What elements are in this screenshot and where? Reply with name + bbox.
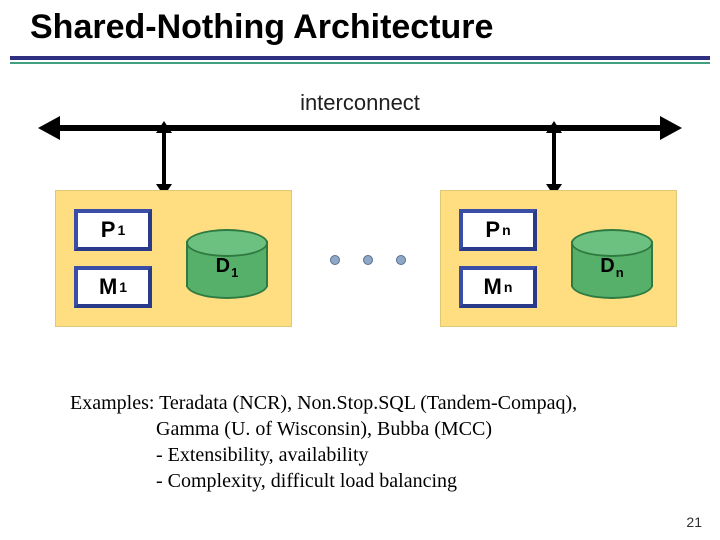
processor-subscript: 1 bbox=[117, 222, 125, 238]
disk-cylinder-1: D1 bbox=[186, 229, 268, 299]
disk-letter: D bbox=[216, 255, 230, 277]
interconnect-bus-line bbox=[50, 125, 670, 131]
examples-line3: - Extensibility, availability bbox=[70, 442, 680, 468]
dot-icon bbox=[330, 255, 340, 265]
examples-line1: Teradata (NCR), Non.Stop.SQL (Tandem-Com… bbox=[154, 392, 577, 414]
page-number: 21 bbox=[686, 514, 702, 530]
noden-connector-arrow bbox=[552, 131, 556, 186]
memory-subscript: n bbox=[504, 279, 513, 295]
ellipsis-dots bbox=[318, 250, 418, 270]
memory-letter: M bbox=[99, 274, 117, 300]
processor-box-n: Pn bbox=[459, 209, 537, 251]
processor-box-1: P1 bbox=[74, 209, 152, 251]
slide-title: Shared-Nothing Architecture bbox=[30, 8, 493, 47]
examples-text: Examples: Teradata (NCR), Non.Stop.SQL (… bbox=[70, 390, 680, 494]
disk-subscript: 1 bbox=[231, 265, 238, 280]
disk-label: Dn bbox=[571, 255, 653, 280]
disk-subscript: n bbox=[616, 265, 624, 280]
memory-box-1: M1 bbox=[74, 266, 152, 308]
node-n: Pn Mn Dn bbox=[440, 190, 677, 327]
disk-top-ellipse bbox=[571, 229, 653, 257]
processor-subscript: n bbox=[502, 222, 511, 238]
memory-box-n: Mn bbox=[459, 266, 537, 308]
memory-subscript: 1 bbox=[119, 279, 127, 295]
disk-cylinder-n: Dn bbox=[571, 229, 653, 299]
interconnect-label: interconnect bbox=[40, 90, 680, 116]
title-underline-secondary bbox=[10, 62, 710, 64]
disk-letter: D bbox=[600, 255, 614, 277]
examples-lead: Examples: bbox=[70, 392, 154, 414]
title-underline-primary bbox=[10, 56, 710, 60]
disk-top-ellipse bbox=[186, 229, 268, 257]
memory-letter: M bbox=[484, 274, 502, 300]
examples-line2: Gamma (U. of Wisconsin), Bubba (MCC) bbox=[70, 416, 680, 442]
dot-icon bbox=[363, 255, 373, 265]
node1-connector-arrow bbox=[162, 131, 166, 186]
architecture-diagram: interconnect P1 M1 D1 bbox=[40, 90, 680, 350]
interconnect-arrow-left-icon bbox=[38, 116, 60, 140]
interconnect-arrow-right-icon bbox=[660, 116, 682, 140]
examples-line4: - Complexity, difficult load balancing bbox=[70, 468, 680, 494]
processor-letter: P bbox=[485, 217, 500, 243]
dot-icon bbox=[396, 255, 406, 265]
node-1: P1 M1 D1 bbox=[55, 190, 292, 327]
disk-label: D1 bbox=[186, 255, 268, 280]
processor-letter: P bbox=[101, 217, 116, 243]
